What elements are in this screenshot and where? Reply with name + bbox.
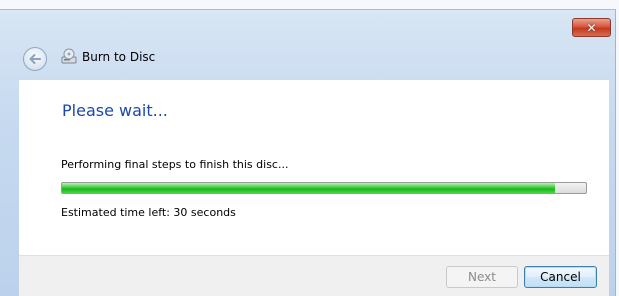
back-arrow-icon xyxy=(29,54,41,64)
progress-fill xyxy=(62,183,555,193)
close-icon: ✕ xyxy=(586,20,597,35)
close-button[interactable]: ✕ xyxy=(572,18,611,37)
back-button[interactable] xyxy=(23,47,47,71)
progress-bar xyxy=(61,182,587,194)
next-button[interactable]: Next xyxy=(446,266,518,288)
button-bar: Next Cancel xyxy=(19,255,609,296)
burn-disc-icon xyxy=(61,48,77,64)
time-left-text: Estimated time left: 30 seconds xyxy=(61,206,236,219)
cancel-button[interactable]: Cancel xyxy=(524,266,597,288)
page-heading: Please wait... xyxy=(62,101,168,120)
status-text: Performing final steps to finish this di… xyxy=(61,158,289,171)
window-title: Burn to Disc xyxy=(82,50,156,64)
content-panel: Please wait... Performing final steps to… xyxy=(19,80,609,255)
